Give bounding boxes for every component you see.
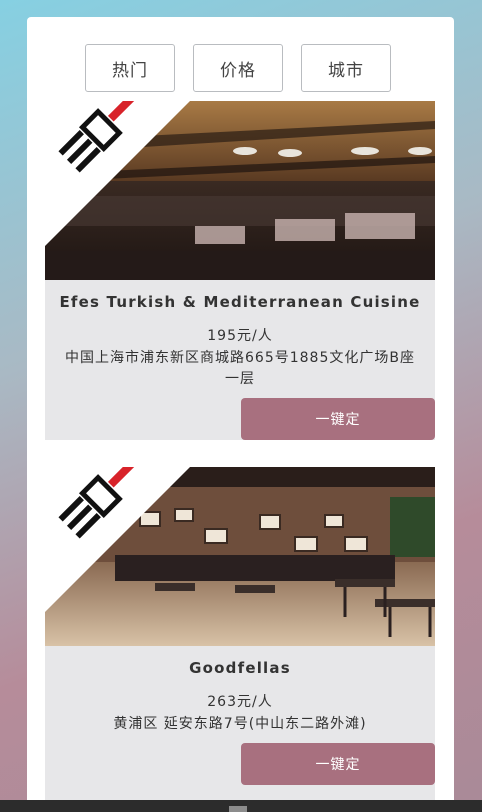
restaurant-photo xyxy=(45,101,435,280)
restaurant-card[interactable]: Efes Turkish & Mediterranean Cuisine 195… xyxy=(45,101,435,440)
restaurant-price: 195元/人 xyxy=(207,328,273,344)
restaurant-price: 263元/人 xyxy=(207,694,273,710)
book-now-button[interactable]: 一键定 xyxy=(241,743,435,785)
restaurant-list-panel: 热门 价格 城市 Efes Turkish & Mediterranean Cu… xyxy=(27,17,454,812)
restaurant-address: 黄浦区 延安东路7号(中山东二路外滩) xyxy=(113,716,367,732)
book-now-button[interactable]: 一键定 xyxy=(241,398,435,440)
filter-price-button[interactable]: 价格 xyxy=(193,44,283,92)
restaurant-address: 中国上海市浦东新区商城路665号1885文化广场B座一层 xyxy=(65,350,415,387)
filter-hot-button[interactable]: 热门 xyxy=(85,44,175,92)
restaurant-card[interactable]: Goodfellas 263元/人 黄浦区 延安东路7号(中山东二路外滩) 一键… xyxy=(45,467,435,812)
filter-city-button[interactable]: 城市 xyxy=(301,44,391,92)
promo-ribbon xyxy=(45,467,190,612)
restaurant-name: Goodfellas xyxy=(189,659,291,677)
bottom-bar xyxy=(0,800,482,812)
promo-ribbon xyxy=(45,101,190,246)
drag-handle[interactable] xyxy=(229,806,247,812)
filter-bar: 热门 价格 城市 xyxy=(85,44,391,92)
restaurant-photo xyxy=(45,467,435,646)
restaurant-name: Efes Turkish & Mediterranean Cuisine xyxy=(59,293,421,311)
